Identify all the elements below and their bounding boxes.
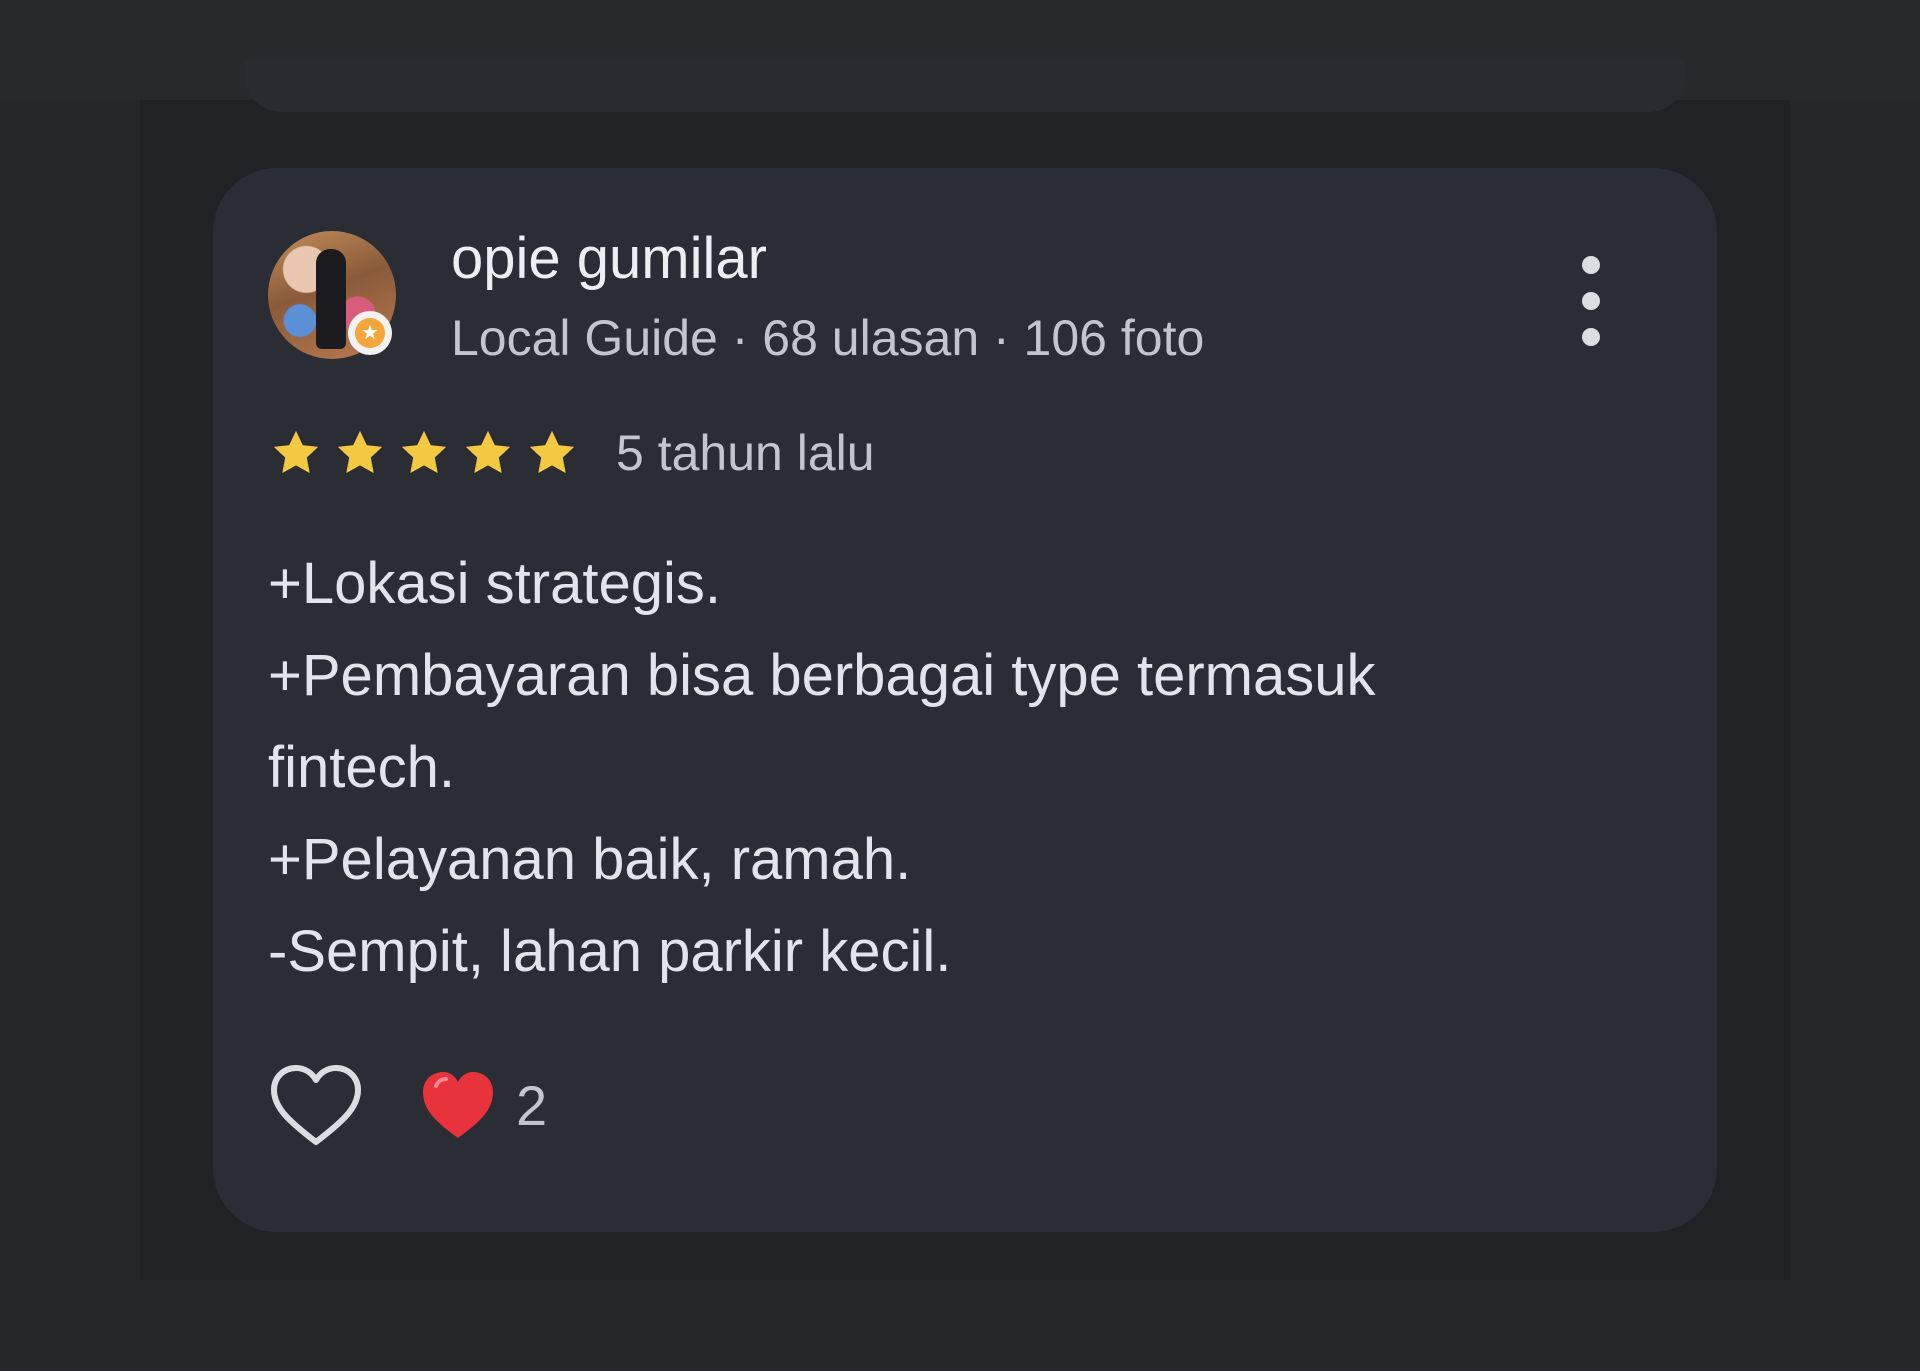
review-time: 5 tahun lalu: [616, 425, 875, 481]
more-vert-icon-dot: [1582, 256, 1600, 274]
star-icon: [273, 430, 319, 474]
local-guide-star-icon: ★: [355, 318, 385, 348]
star-icon: [465, 430, 511, 474]
more-options-button[interactable]: [1569, 256, 1613, 346]
star-rating: [268, 425, 588, 481]
review-text-line: +Pelayanan baik, ramah.: [268, 827, 912, 892]
heart-outline-icon: [271, 1065, 361, 1145]
review-card: ★ opie gumilar Local Guide · 68 ulasan ·…: [213, 168, 1717, 1232]
star-icon: [401, 430, 447, 474]
more-vert-icon-dot: [1582, 328, 1600, 346]
star-icon: [529, 430, 575, 474]
avatar-person-silhouette: [316, 249, 346, 349]
review-text-line: +Lokasi strategis.: [268, 551, 721, 616]
more-vert-icon-dot: [1582, 292, 1600, 310]
reviewer-avatar[interactable]: ★: [268, 231, 396, 359]
previous-review-card-edge: [245, 60, 1685, 112]
reaction-summary[interactable]: 2: [420, 1068, 547, 1144]
reviewer-meta: Local Guide · 68 ulasan · 106 foto: [451, 310, 1205, 366]
star-icon: [337, 430, 383, 474]
reaction-count: 2: [516, 1074, 548, 1137]
review-text-line: fintech.: [268, 735, 455, 800]
local-guide-badge: ★: [348, 311, 392, 355]
review-actions: 2: [268, 1056, 547, 1156]
rating-row: 5 tahun lalu: [268, 418, 875, 488]
review-text-line: -Sempit, lahan parkir kecil.: [268, 919, 952, 984]
reviewer-name[interactable]: opie gumilar: [451, 224, 767, 294]
red-heart-emoji-icon: [423, 1072, 493, 1138]
like-button[interactable]: [268, 1058, 364, 1154]
review-text-line: +Pembayaran bisa berbagai type termasuk: [268, 643, 1376, 708]
review-text: +Lokasi strategis. +Pembayaran bisa berb…: [268, 538, 1568, 998]
